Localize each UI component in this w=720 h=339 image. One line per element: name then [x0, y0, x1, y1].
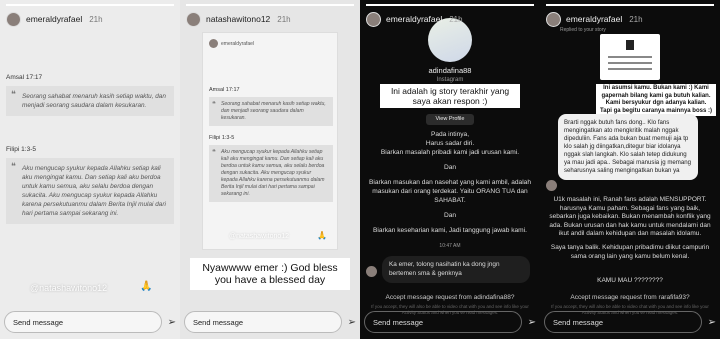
incoming-message: Ka emer, tolong nasihatin ka dong jngn b…: [382, 256, 530, 283]
thumbnail-figure: [626, 40, 634, 50]
view-profile-button[interactable]: View Profile: [426, 114, 474, 125]
story-thumbnail[interactable]: [600, 34, 660, 80]
progress-bar: [546, 4, 714, 6]
post-time: 21h: [277, 14, 291, 24]
accept-request-prompt[interactable]: Accept message request from rarafifa93?: [544, 294, 716, 301]
message-bar: Send message ➢: [4, 311, 176, 333]
message-line: Dan: [443, 212, 457, 219]
verse-text-2: Aku mengucap syukur kepada Allahku setia…: [22, 165, 166, 217]
reshared-header: emeraldyrafael: [209, 39, 254, 48]
send-message-input[interactable]: Send message: [184, 311, 342, 333]
story-panel-1: emeraldyrafael 21h Amsal 17:17 ❝ Seorang…: [0, 0, 180, 339]
headline-text: Ini adalah ig story terakhir yang saya a…: [380, 84, 520, 108]
verse-ref-1: Amsal 17:17: [6, 74, 43, 81]
reply-text-3: KAMU MAU ????????: [597, 277, 663, 284]
verse-ref-2: Filipi 1:3-5: [6, 146, 36, 153]
message-line: Biarkan keseharian kami, Jadi tanggung j…: [373, 227, 527, 234]
username[interactable]: emeraldyrafael: [386, 14, 442, 24]
mention-sticker[interactable]: @natashawitono12: [30, 283, 107, 293]
message-line: Pada intinya,: [430, 131, 470, 138]
quote-icon: ❝: [11, 89, 16, 99]
verse-quote-1: ❝ Seorang sahabat menaruh kasih setiap w…: [209, 97, 333, 126]
send-message-input[interactable]: Send message: [544, 311, 702, 333]
username[interactable]: emeraldyrafael: [26, 14, 82, 24]
message-line: Biarkan masalah pribadi kami jadi urusan…: [380, 149, 520, 156]
message-bar: Send message ➢: [544, 311, 716, 333]
progress-bar: [6, 4, 174, 6]
verse-quote-2: ❝ Aku mengucap syukur kepada Allahku set…: [6, 158, 174, 224]
reply-text: U1k masalah ini, Ranah fans adalah MENSU…: [549, 196, 711, 237]
message-line: Harus sadar diri.: [425, 140, 475, 147]
story-panel-3: emeraldyrafael 21h adindafina88 Instagra…: [360, 0, 540, 339]
avatar[interactable]: [366, 11, 381, 27]
send-icon[interactable]: ➢: [348, 317, 356, 328]
quote-icon: ❝: [212, 149, 216, 156]
incoming-message: Brarti nggak butuh fans dong.. Klo fans …: [558, 114, 698, 180]
verse-quote-2: ❝ Aku mengucap syukur kepada Allahku set…: [209, 145, 333, 202]
thumbnail-line: [608, 68, 652, 70]
story-panel-4: emeraldyrafael 21h Replied to your story…: [540, 0, 720, 339]
praying-hands-icon: 🙏: [317, 231, 327, 240]
send-icon[interactable]: ➢: [168, 317, 176, 328]
reshared-story[interactable]: emeraldyrafael Amsal 17:17 ❝ Seorang sah…: [202, 32, 338, 250]
sender-avatar: [546, 180, 557, 191]
send-icon[interactable]: ➢: [528, 317, 536, 328]
mention-sticker: @natashawitono12: [229, 233, 290, 240]
message-bar: Send message ➢: [184, 311, 356, 333]
story-header[interactable]: natashawitono12 21h: [186, 8, 354, 30]
avatar[interactable]: [546, 11, 561, 27]
message-line: Biarkan masukan dan nasehat yang kami am…: [368, 179, 531, 204]
avatar[interactable]: [6, 11, 21, 27]
verse-text-1: Seorang sahabat menaruh kasih setiap wak…: [22, 93, 166, 109]
story-header[interactable]: emeraldyrafael 21h: [366, 8, 534, 30]
reply-text: Nyawwww emer :) God bless you have a ble…: [190, 258, 350, 290]
story-panel-2: natashawitono12 21h emeraldyrafael Amsal…: [180, 0, 360, 339]
progress-bar: [186, 4, 354, 6]
post-time: 21h: [449, 14, 463, 24]
verse-ref-2: Filipi 1:3-5: [209, 135, 235, 141]
message-body: Pada intinya, Harus sadar diri. Biarkan …: [368, 130, 532, 235]
verse-text-1: Seorang sahabat menaruh kasih setiap wak…: [221, 101, 326, 121]
sender-avatar: [366, 266, 377, 277]
reshared-username: emeraldyrafael: [221, 40, 255, 47]
story-strip: emeraldyrafael 21h Amsal 17:17 ❝ Seorang…: [0, 0, 720, 339]
message-line: Dan: [443, 164, 457, 171]
username[interactable]: emeraldyrafael: [566, 14, 622, 24]
story-header[interactable]: emeraldyrafael 21h: [6, 8, 174, 30]
progress-bar: [366, 4, 534, 6]
verse-ref-1: Amsal 17:17: [209, 87, 240, 93]
post-time: 21h: [89, 14, 103, 24]
send-message-input[interactable]: Send message: [4, 311, 162, 333]
top-text: Ini asumsi kamu. Bukan kami :) Kami gape…: [596, 84, 716, 116]
send-icon[interactable]: ➢: [708, 317, 716, 328]
quote-icon: ❝: [212, 101, 216, 108]
avatar: [209, 39, 218, 48]
thumbnail-line: [608, 62, 652, 64]
post-time: 21h: [629, 14, 643, 24]
send-message-input[interactable]: Send message: [364, 311, 522, 333]
story-header[interactable]: emeraldyrafael 21h: [546, 8, 714, 30]
timestamp: 10:47 AM: [439, 243, 461, 249]
thumbnail-line: [608, 56, 652, 58]
verse-quote-1: ❝ Seorang sahabat menaruh kasih setiap w…: [6, 86, 174, 116]
message-bar: Send message ➢: [364, 311, 536, 333]
reply-text-2: Saya tanya balik. Kehidupan pribadimu di…: [550, 244, 710, 260]
avatar[interactable]: [186, 11, 201, 27]
quote-icon: ❝: [11, 161, 16, 171]
username[interactable]: natashawitono12: [206, 14, 270, 24]
verse-text-2: Aku mengucap syukur kepada Allahku setia…: [221, 149, 325, 197]
praying-hands-icon: 🙏: [140, 281, 153, 292]
accept-request-prompt[interactable]: Accept message request from adindafina88…: [364, 294, 536, 301]
profile-name: adindafina88: [428, 66, 472, 75]
